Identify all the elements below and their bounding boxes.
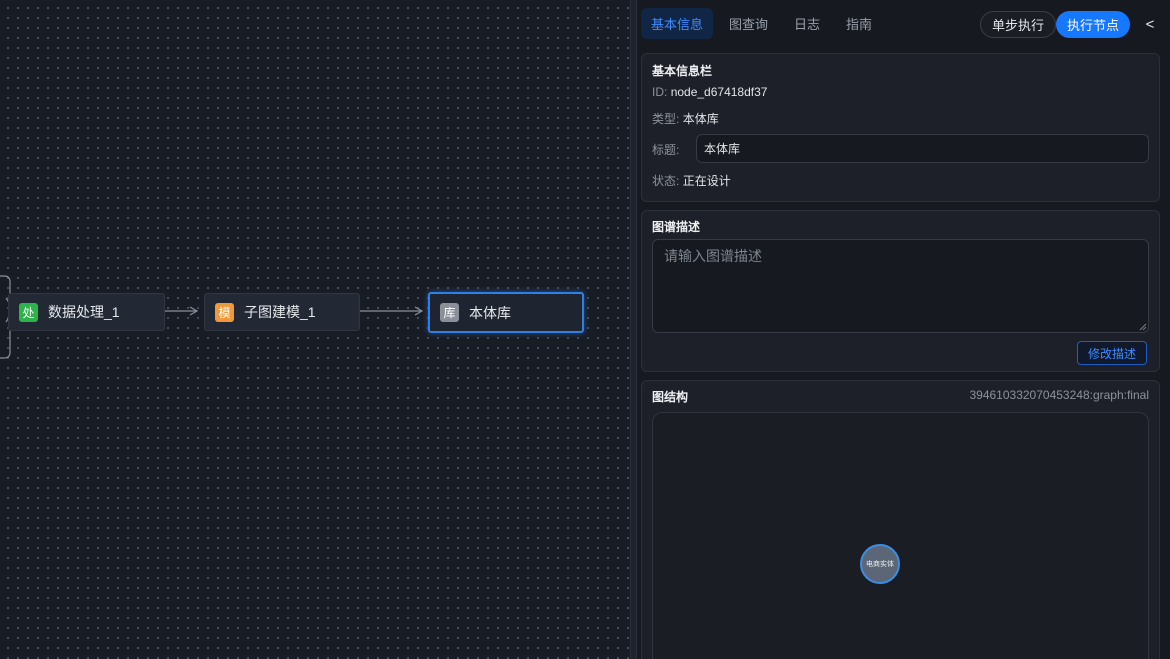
node-label: 子图建模_1 [244, 304, 316, 320]
workflow-canvas[interactable]: 处 数据处理_1 模 子图建模_1 库 本体库 [0, 0, 630, 659]
description-card: 图谱描述 修改描述 [641, 210, 1160, 372]
library-badge-icon: 库 [440, 303, 459, 322]
node-type-row: 类型: 本体库 [652, 110, 719, 127]
resize-handle-icon[interactable] [1139, 323, 1147, 331]
basic-info-card: 基本信息栏 ID: node_d67418df37 类型: 本体库 标题: 状态… [641, 53, 1160, 202]
tab-basic-info[interactable]: 基本信息 [641, 8, 714, 39]
node-label: 本体库 [469, 304, 511, 321]
node-detail-panel: 基本信息 图查询 日志 指南 单步执行 执行节点 < 基本信息栏 ID: nod… [637, 0, 1170, 659]
name-label: 标题: [652, 143, 680, 157]
node-title-input[interactable] [696, 134, 1149, 163]
step-execute-button[interactable]: 单步执行 [980, 11, 1057, 38]
node-data-processing[interactable]: 处 数据处理_1 [8, 293, 165, 331]
graph-id-text: 394610332070453248:graph:final [969, 388, 1149, 402]
node-subgraph-model[interactable]: 模 子图建模_1 [204, 293, 360, 331]
type-label: 类型: [652, 112, 680, 126]
model-badge-icon: 模 [215, 302, 234, 322]
basic-info-title: 基本信息栏 [652, 64, 713, 78]
graph-viewer[interactable]: 电商实体 [652, 412, 1149, 659]
id-label: ID: [652, 85, 668, 99]
node-name-label-row: 标题: [652, 141, 679, 158]
node-status-row: 状态: 正在设计 [652, 172, 731, 189]
status-value: 正在设计 [682, 174, 731, 188]
collapse-panel-icon[interactable]: < [1142, 13, 1158, 35]
status-label: 状态: [652, 174, 680, 188]
tab-graph-query[interactable]: 图查询 [719, 8, 778, 39]
type-value: 本体库 [682, 112, 719, 126]
panel-splitter[interactable] [630, 0, 637, 659]
node-id-row: ID: node_d67418df37 [652, 85, 767, 99]
description-title: 图谱描述 [652, 220, 701, 234]
tab-guide[interactable]: 指南 [836, 8, 882, 39]
update-description-button[interactable]: 修改描述 [1077, 341, 1148, 365]
tab-logs[interactable]: 日志 [784, 8, 830, 39]
node-label: 数据处理_1 [48, 304, 120, 320]
graph-entity-node[interactable]: 电商实体 [860, 544, 900, 584]
graph-structure-card: 图结构 394610332070453248:graph:final 电商实体 [641, 380, 1160, 659]
processing-badge-icon: 处 [19, 302, 38, 322]
graph-structure-title: 图结构 [652, 390, 689, 404]
node-ontology-library[interactable]: 库 本体库 [428, 292, 584, 333]
description-textarea[interactable] [652, 239, 1149, 333]
id-value: node_d67418df37 [670, 85, 768, 99]
execute-node-button[interactable]: 执行节点 [1056, 11, 1131, 38]
